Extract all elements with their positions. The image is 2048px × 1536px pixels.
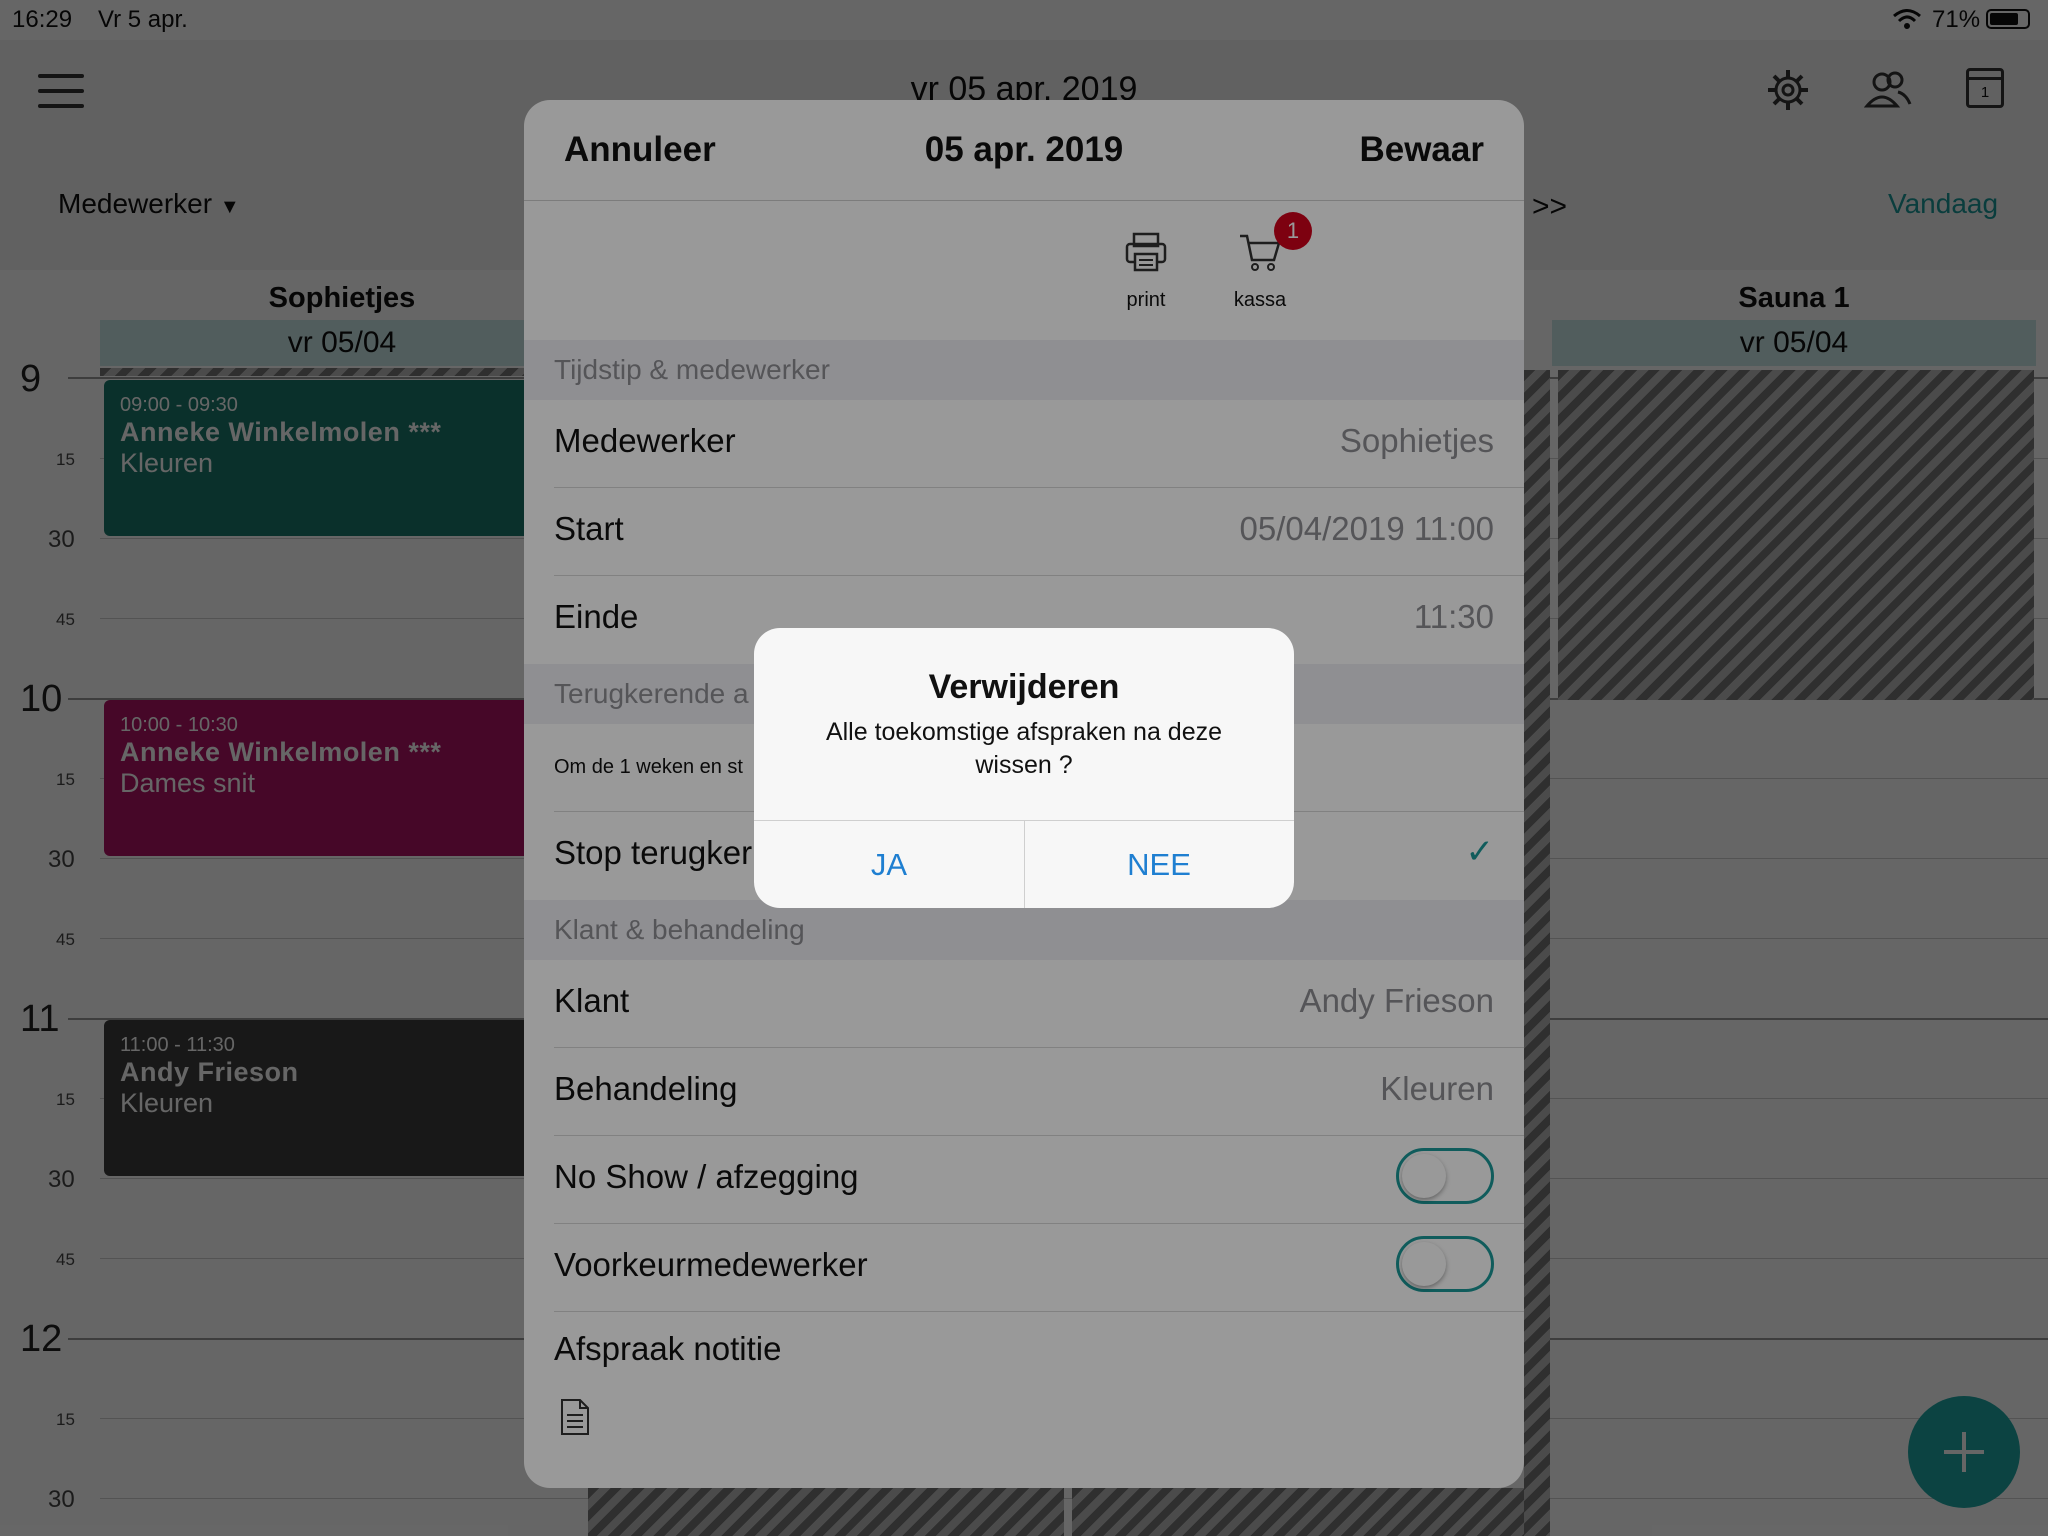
alert-title: Verwijderen (928, 668, 1120, 706)
no-button[interactable]: NEE (1024, 821, 1294, 908)
alert-message: Alle toekomstige afspraken na deze wisse… (825, 718, 1223, 779)
yes-button[interactable]: JA (754, 821, 1024, 908)
delete-alert: Verwijderen Alle toekomstige afspraken n… (754, 628, 1294, 908)
alert-buttons: JA NEE (754, 820, 1294, 908)
